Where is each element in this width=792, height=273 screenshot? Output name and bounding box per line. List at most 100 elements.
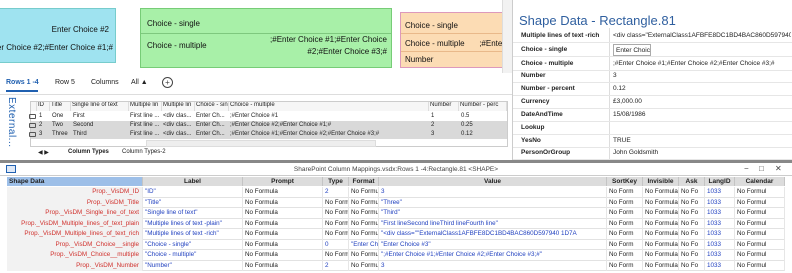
col-multiple-lines-rich[interactable]: Multiple lin: [162, 102, 195, 111]
cell[interactable]: No Formula: [643, 187, 679, 198]
cell[interactable]: No Form: [607, 260, 643, 271]
cell[interactable]: No Formula: [643, 260, 679, 271]
maximize-icon[interactable]: □: [759, 164, 764, 173]
cell[interactable]: No Formu: [349, 187, 379, 198]
external-data-grid[interactable]: ID Title Single line of text Multiple li…: [29, 101, 508, 147]
cell[interactable]: No Formul: [735, 218, 785, 229]
table-row[interactable]: Prop._VisDM_Number "Number" No Formula 2 No …: [7, 260, 785, 271]
cell[interactable]: No Formula: [243, 208, 323, 219]
cell[interactable]: No Formu: [323, 197, 349, 208]
table-row[interactable]: 1 One First First line ... <div clas... …: [29, 112, 507, 121]
shapesheet-grid[interactable]: Shape Data Label Prompt Type Format Value Sort…: [7, 177, 785, 273]
cell[interactable]: 1033: [705, 250, 735, 261]
cell[interactable]: No Form: [607, 208, 643, 219]
cell[interactable]: No Formu: [349, 197, 379, 208]
cell[interactable]: No Fo: [679, 239, 705, 250]
col-choice-single[interactable]: Choice - sin: [195, 102, 229, 111]
cell[interactable]: No Form: [607, 229, 643, 240]
cell[interactable]: 1033: [705, 208, 735, 219]
cell[interactable]: No Formul: [735, 208, 785, 219]
cell[interactable]: "Multiple lines of text -plain": [143, 218, 243, 229]
cell[interactable]: No Fo: [679, 197, 705, 208]
cell[interactable]: 1033: [705, 260, 735, 271]
tab-column-types-2[interactable]: Column Types-2: [122, 149, 166, 155]
cell[interactable]: 3: [379, 187, 607, 198]
cell[interactable]: No Formul: [735, 187, 785, 198]
tab-nav-arrows[interactable]: ◀ ▶: [38, 149, 49, 156]
cell[interactable]: No Form: [607, 239, 643, 250]
cell[interactable]: No Formul: [735, 250, 785, 261]
cell[interactable]: No Fo: [679, 229, 705, 240]
drawing-canvas[interactable]: Enter Choice #2 Enter Choice #2;#Enter C…: [0, 0, 512, 73]
cell[interactable]: No Formu: [323, 250, 349, 261]
col-single-line[interactable]: Single line of text: [71, 102, 129, 111]
tab-rows-1-4[interactable]: Rows 1 -4: [6, 79, 39, 86]
table-row[interactable]: Prop._VisDM_Single_line_of_text "Single l…: [7, 208, 785, 219]
cell[interactable]: No Fo: [679, 250, 705, 261]
cell[interactable]: No Fo: [679, 208, 705, 219]
cell[interactable]: 0: [323, 239, 349, 250]
table-row[interactable]: Prop._VisDM_Multiple_lines_of_text_rich "…: [7, 229, 785, 240]
cell[interactable]: No Fo: [679, 218, 705, 229]
cell[interactable]: No Formu: [349, 229, 379, 240]
cell[interactable]: No Formula: [643, 197, 679, 208]
tab-row-5[interactable]: Row 5: [55, 79, 75, 86]
cell[interactable]: No Formu: [323, 229, 349, 240]
shape-rectangle-cyan[interactable]: Enter Choice #2 Enter Choice #2;#Enter C…: [0, 8, 116, 63]
cell[interactable]: No Formu: [323, 208, 349, 219]
table-row[interactable]: Prop._VisDM_Title "Title" No Formula No For…: [7, 197, 785, 208]
cell[interactable]: "Number": [143, 260, 243, 271]
canvas-vertical-scrollbar[interactable]: [502, 0, 512, 73]
tab-column-types[interactable]: Column Types: [68, 149, 109, 155]
shape-rectangle-selected[interactable]: Choice - single Choice - multiple ;#Ente…: [400, 12, 508, 68]
shape-data-row[interactable]: Choice - singleEnter Choice #3: [513, 44, 792, 57]
cell[interactable]: No Formula: [243, 197, 323, 208]
cell[interactable]: No Formu: [323, 218, 349, 229]
shape-data-row[interactable]: PersonOrGroup John Goldsmith: [513, 147, 792, 160]
cell[interactable]: No Formula: [643, 239, 679, 250]
cell[interactable]: No Formu: [349, 250, 379, 261]
table-row[interactable]: 2 Two Second First line ... <div clas...…: [29, 121, 507, 130]
cell[interactable]: No Form: [607, 187, 643, 198]
cell[interactable]: No Fo: [679, 187, 705, 198]
cell[interactable]: No Fo: [679, 260, 705, 271]
shape-data-row[interactable]: Multiple lines of text -rich <div class="…: [513, 30, 792, 43]
choice-single-dropdown[interactable]: Enter Choice #3: [613, 44, 651, 56]
cell[interactable]: ";#Enter Choice #1;#Enter Choice #2;#Ent…: [379, 250, 607, 261]
cell[interactable]: "Single line of text": [143, 208, 243, 219]
cell[interactable]: "Enter Choice #3": [379, 239, 607, 250]
cell[interactable]: 1033: [705, 239, 735, 250]
cell[interactable]: "Choice - single": [143, 239, 243, 250]
cell[interactable]: "Choice - multiple": [143, 250, 243, 261]
shape-data-row[interactable]: Lookup: [513, 122, 792, 135]
table-row[interactable]: Prop._VisDM_Multiple_lines_of_text_plain…: [7, 218, 785, 229]
cell[interactable]: "ID": [143, 187, 243, 198]
cell[interactable]: No Formula: [643, 229, 679, 240]
cell[interactable]: "Third": [379, 208, 607, 219]
cell[interactable]: No Formula: [243, 239, 323, 250]
cell[interactable]: No Formul: [735, 197, 785, 208]
cell[interactable]: 1033: [705, 187, 735, 198]
shape-data-row[interactable]: Number 3: [513, 70, 792, 83]
cell[interactable]: No Formula: [243, 260, 323, 271]
table-row[interactable]: Prop._VisDM_Choice__multiple "Choice - mu…: [7, 250, 785, 261]
cell[interactable]: No Formula: [643, 218, 679, 229]
close-icon[interactable]: ✕: [775, 164, 782, 173]
cell[interactable]: No Form: [607, 218, 643, 229]
cell[interactable]: 1033: [705, 197, 735, 208]
cell[interactable]: "First lineSecond lineThird lineFourth l…: [379, 218, 607, 229]
table-row[interactable]: 3 Three Third First line ... <div clas..…: [29, 130, 507, 139]
minimize-icon[interactable]: −: [744, 164, 749, 173]
cell[interactable]: No Formula: [243, 187, 323, 198]
col-multiple-lines-plain[interactable]: Multiple lin: [129, 102, 162, 111]
cell[interactable]: 2: [323, 187, 349, 198]
cell[interactable]: "<div class=""ExternalClass1AFBFE8DC1BD4…: [379, 229, 607, 240]
tab-all[interactable]: All ▲: [131, 79, 148, 86]
cell[interactable]: "Enter Choice: [349, 239, 379, 250]
col-title[interactable]: Title: [50, 102, 71, 111]
tab-columns[interactable]: Columns: [91, 79, 119, 86]
table-row[interactable]: Prop._VisDM_ID "ID" No Formula 2 No Formu 3 No…: [7, 187, 785, 198]
col-id[interactable]: ID: [37, 102, 50, 111]
shape-data-row[interactable]: Currency £3,000.00: [513, 96, 792, 109]
shape-data-row[interactable]: DateAndTime 15/08/1986: [513, 109, 792, 122]
